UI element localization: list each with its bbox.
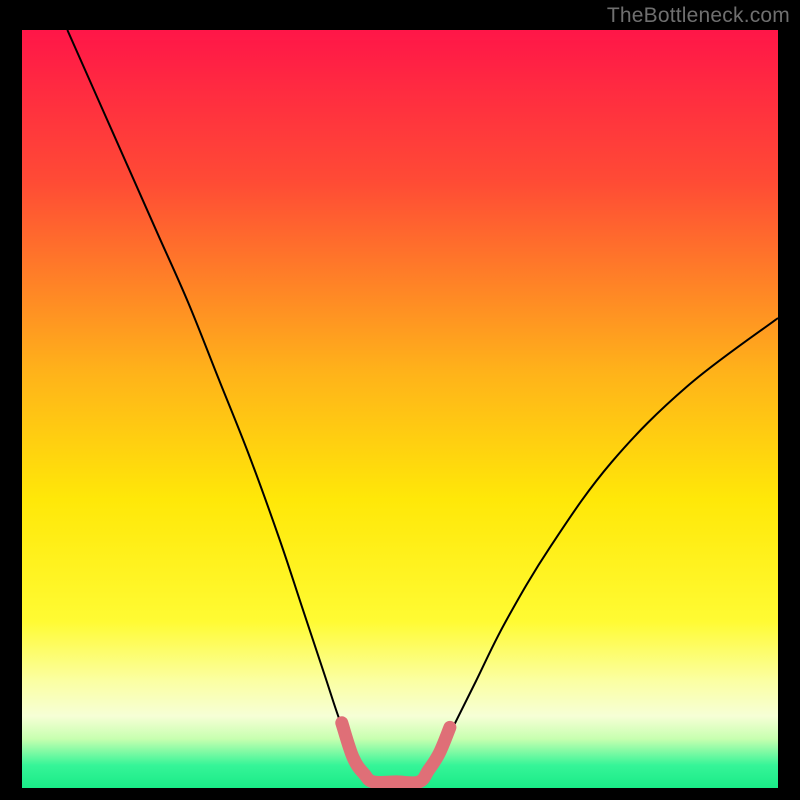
plot-svg xyxy=(22,30,778,788)
plot-area xyxy=(22,30,778,788)
watermark-text: TheBottleneck.com xyxy=(607,4,790,28)
plot-background xyxy=(22,30,778,788)
chart-stage: TheBottleneck.com xyxy=(0,0,800,800)
